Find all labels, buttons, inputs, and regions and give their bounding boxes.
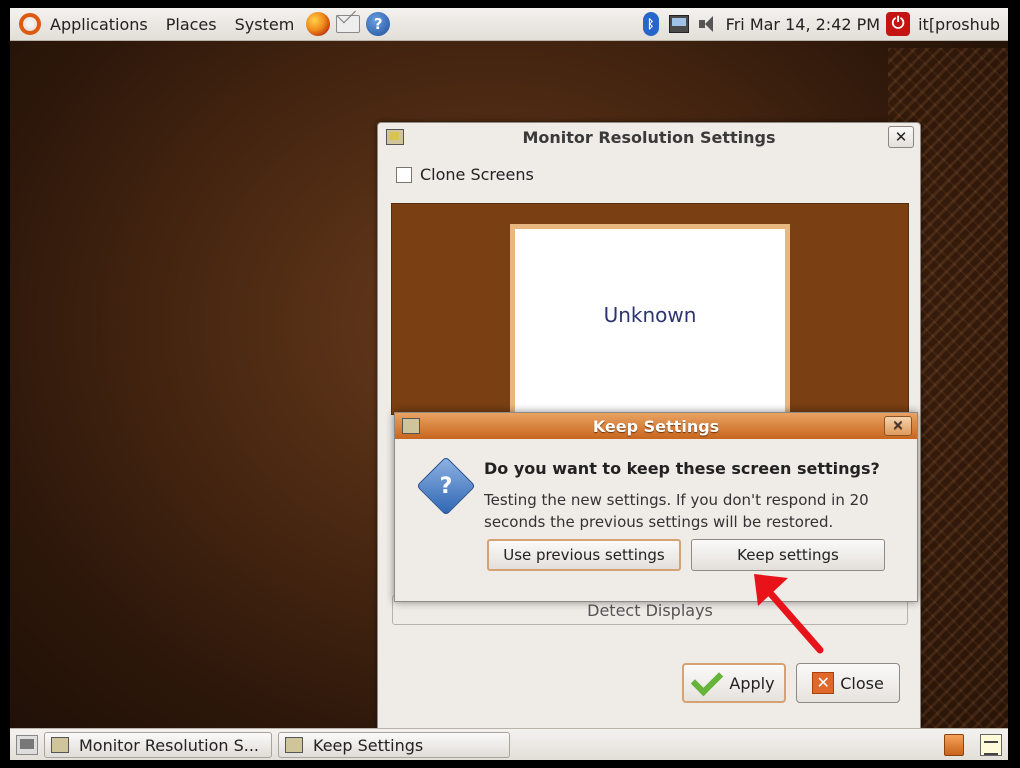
question-mark-glyph: ? <box>439 473 453 499</box>
top-panel: Applications Places System ? ᛒ Fri Mar 1… <box>10 8 1008 41</box>
ubuntu-logo-icon[interactable] <box>19 13 41 35</box>
display-settings-icon <box>285 737 303 753</box>
bluetooth-icon[interactable]: ᛒ <box>642 12 659 36</box>
display-settings-icon <box>402 418 420 434</box>
menu-applications[interactable]: Applications <box>41 15 157 34</box>
use-previous-settings-button[interactable]: Use previous settings <box>487 539 681 571</box>
bottom-panel: Monitor Resolution S... Keep Settings <box>10 728 1008 760</box>
close-button[interactable]: ✕ Close <box>796 663 900 703</box>
monitor-preview[interactable]: Unknown <box>510 224 790 414</box>
display-settings-icon <box>51 737 69 753</box>
apply-label: Apply <box>729 673 775 693</box>
desktop: Applications Places System ? ᛒ Fri Mar 1… <box>10 8 1008 760</box>
dialog-titlebar[interactable]: Keep Settings ✕ <box>395 413 917 439</box>
menu-places[interactable]: Places <box>157 15 226 34</box>
firefox-icon[interactable] <box>306 12 331 36</box>
window-titlebar[interactable]: Monitor Resolution Settings ✕ <box>378 123 920 151</box>
detect-displays-label: Detect Displays <box>587 600 713 620</box>
taskbar-item-monitor-resolution[interactable]: Monitor Resolution S... <box>44 732 272 758</box>
keep-settings-button[interactable]: Keep settings <box>691 539 885 571</box>
keep-settings-label: Keep settings <box>737 546 839 564</box>
task-label: Keep Settings <box>313 735 424 755</box>
monitor-name: Unknown <box>603 303 697 327</box>
close-label: Close <box>840 673 884 693</box>
task-label: Monitor Resolution S... <box>79 735 260 755</box>
dialog-message: Testing the new settings. If you don't r… <box>484 491 869 531</box>
volume-icon[interactable] <box>698 15 717 33</box>
apply-button[interactable]: Apply <box>682 663 786 703</box>
dialog-heading: Do you want to keep these screen setting… <box>484 459 880 478</box>
display-settings-icon <box>386 129 404 145</box>
clone-screens-row: Clone Screens <box>396 165 534 184</box>
dialog-title: Keep Settings <box>592 416 720 436</box>
clone-screens-label[interactable]: Clone Screens <box>420 165 534 184</box>
network-icon[interactable] <box>668 15 689 33</box>
checkmark-icon <box>691 663 724 697</box>
mail-icon[interactable] <box>336 15 361 33</box>
show-desktop-icon[interactable] <box>16 735 38 755</box>
monitor-preview-area: Unknown <box>391 203 909 415</box>
clone-screens-checkbox[interactable] <box>396 166 412 183</box>
close-icon: ✕ <box>812 672 835 694</box>
workspace-switcher-icon[interactable] <box>980 734 1002 756</box>
power-icon[interactable]: ⏻ <box>886 12 911 36</box>
system-tray: ᛒ Fri Mar 14, 2:42 PM ⏻ it[proshub <box>638 8 1008 40</box>
help-icon[interactable]: ? <box>366 12 391 36</box>
use-previous-settings-label: Use previous settings <box>503 546 665 564</box>
menu-system[interactable]: System <box>226 15 304 34</box>
trash-icon[interactable] <box>944 734 964 756</box>
clock[interactable]: Fri Mar 14, 2:42 PM <box>726 15 880 34</box>
dialog-close-button[interactable]: ✕ <box>884 416 912 436</box>
taskbar-item-keep-settings[interactable]: Keep Settings <box>278 732 510 758</box>
user-name[interactable]: it[proshub <box>918 15 1000 34</box>
window-close-button[interactable]: ✕ <box>888 126 914 148</box>
window-title: Monitor Resolution Settings <box>522 127 776 147</box>
main-menu: Applications Places System ? <box>10 8 393 40</box>
red-arrow-annotation <box>754 574 824 654</box>
